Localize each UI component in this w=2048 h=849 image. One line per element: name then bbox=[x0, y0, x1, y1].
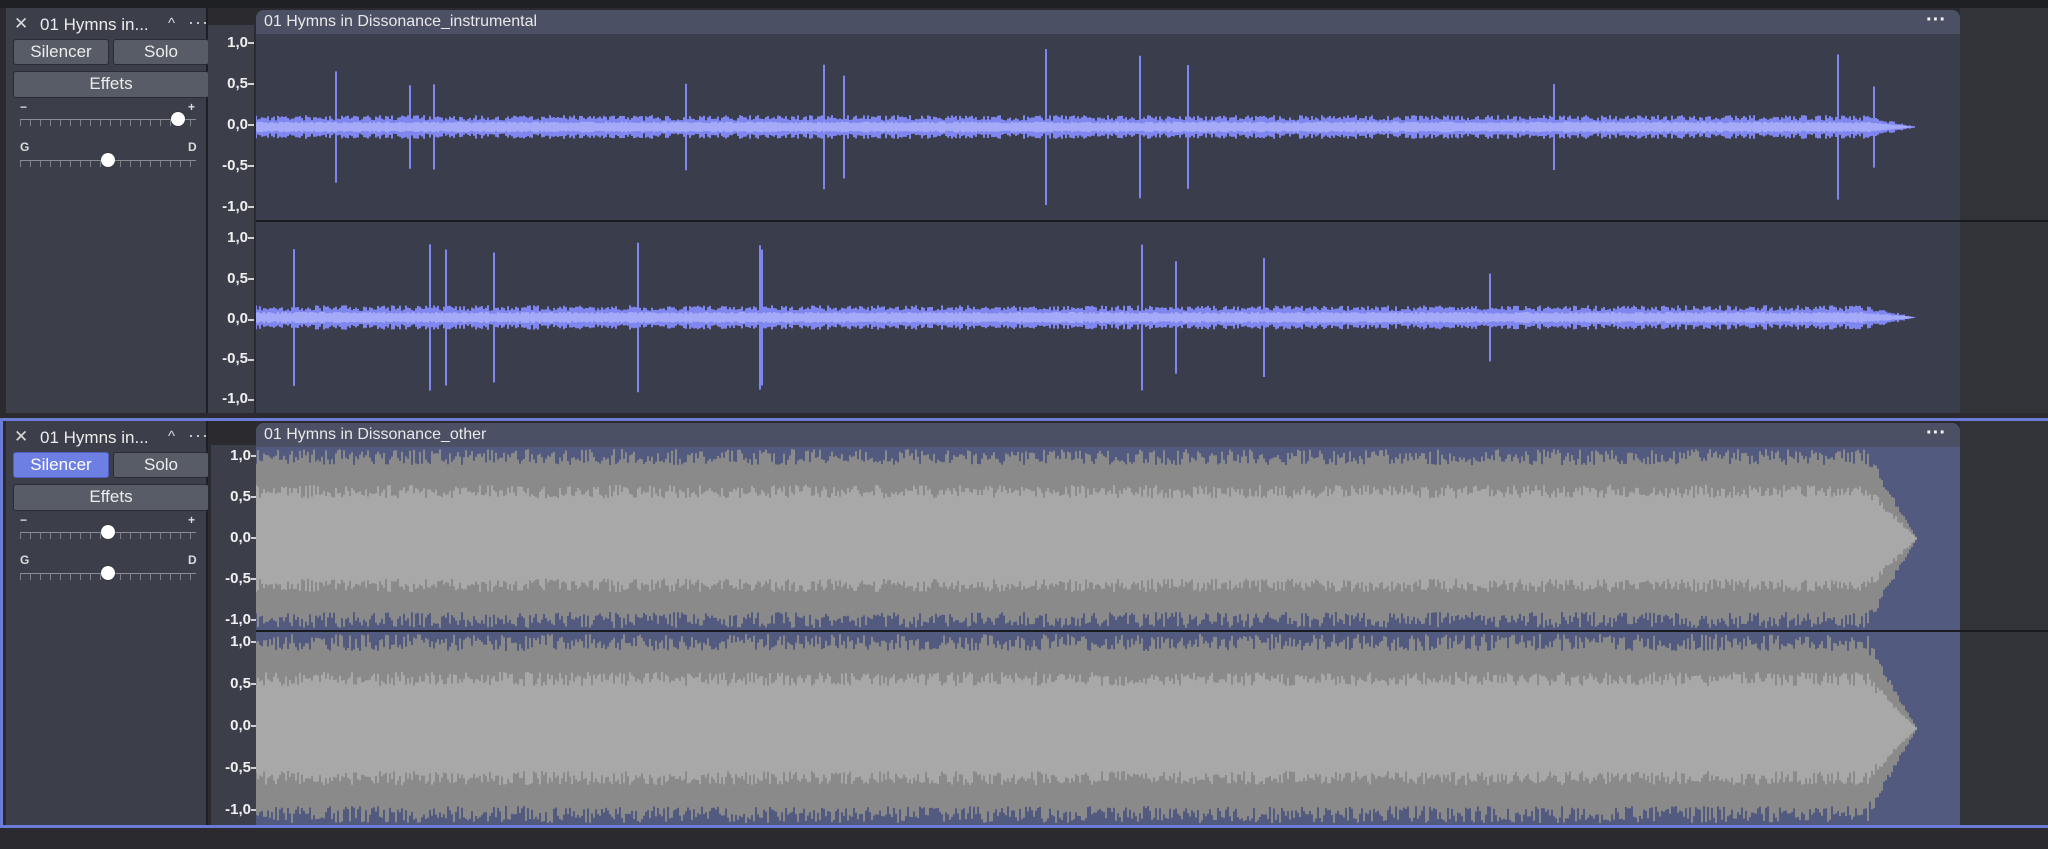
ruler-label: 0,5 bbox=[227, 75, 248, 92]
chevron-up-icon[interactable]: ^ bbox=[168, 428, 175, 445]
ruler-label: -1,0 bbox=[222, 390, 248, 407]
waveform-rms bbox=[256, 121, 1915, 133]
empty-timeline-area[interactable] bbox=[1960, 8, 2048, 413]
waveform-right-channel[interactable] bbox=[256, 222, 1960, 413]
waveform-left-channel[interactable] bbox=[256, 34, 1960, 220]
mute-button[interactable]: Silencer bbox=[13, 39, 109, 65]
chevron-up-icon[interactable]: ^ bbox=[168, 15, 175, 32]
bottom-bar bbox=[0, 828, 2048, 849]
gain-minus-label: − bbox=[20, 513, 28, 527]
ruler-label: 1,0 bbox=[230, 447, 251, 464]
more-horizontal-icon[interactable]: ··· bbox=[188, 12, 209, 33]
ruler-label: -1,0 bbox=[225, 611, 251, 628]
track-control-panel: ✕ 01 Hymns in... ^ ··· Silencer Solo Eff… bbox=[6, 421, 209, 825]
pan-right-label: D bbox=[188, 553, 197, 567]
ruler-label: -0,5 bbox=[222, 157, 248, 174]
pan-slider-knob[interactable] bbox=[101, 153, 115, 167]
amplitude-ruler-left: 1,0 0,5 0,0 -0,5 -1,0 bbox=[211, 445, 257, 631]
channel-separator bbox=[1960, 220, 2048, 222]
ruler-tick bbox=[248, 83, 254, 85]
effects-button[interactable]: Effets bbox=[13, 71, 209, 98]
waveform-rms bbox=[256, 671, 1917, 786]
clip-header[interactable]: 01 Hymns in Dissonance_instrumental ··· bbox=[256, 10, 1960, 34]
ruler-tick bbox=[248, 124, 254, 126]
ruler-tick bbox=[248, 42, 254, 44]
ruler-label: 1,0 bbox=[227, 229, 248, 246]
ruler-label: 1,0 bbox=[230, 633, 251, 650]
amplitude-ruler-left: 1,0 0,5 0,0 -0,5 -1,0 bbox=[208, 25, 254, 223]
solo-button[interactable]: Solo bbox=[113, 452, 209, 478]
ruler-label: -1,0 bbox=[225, 801, 251, 818]
pan-left-label: G bbox=[20, 140, 30, 154]
ruler-tick bbox=[248, 319, 254, 321]
clip-title: 01 Hymns in Dissonance_other bbox=[264, 426, 487, 443]
ruler-tick bbox=[248, 165, 254, 167]
pan-left-label: G bbox=[20, 553, 30, 567]
ruler-label: 0,5 bbox=[227, 270, 248, 287]
gain-slider[interactable] bbox=[20, 119, 196, 120]
ruler-tick bbox=[248, 359, 254, 361]
solo-button[interactable]: Solo bbox=[113, 39, 209, 65]
clip-title: 01 Hymns in Dissonance_instrumental bbox=[264, 13, 538, 30]
clip-header[interactable]: 01 Hymns in Dissonance_other ··· bbox=[256, 423, 1960, 447]
more-horizontal-icon[interactable]: ··· bbox=[188, 425, 209, 446]
gain-minus-label: − bbox=[20, 100, 28, 114]
track-title-bar: ✕ 01 Hymns in... ^ ··· bbox=[6, 425, 209, 448]
ruler-label: -1,0 bbox=[222, 198, 248, 215]
close-icon[interactable]: ✕ bbox=[14, 14, 28, 34]
top-bar bbox=[0, 0, 2048, 8]
ruler-tick bbox=[248, 206, 254, 208]
more-horizontal-icon[interactable]: ··· bbox=[1926, 423, 1946, 445]
ruler-label: 0,5 bbox=[230, 675, 251, 692]
pan-slider-knob[interactable] bbox=[101, 566, 115, 580]
ruler-tick bbox=[248, 237, 254, 239]
waveform-right-channel[interactable] bbox=[256, 632, 1960, 825]
ruler-tick bbox=[248, 278, 254, 280]
ruler-label: -0,5 bbox=[225, 759, 251, 776]
close-icon[interactable]: ✕ bbox=[14, 427, 28, 447]
track-title-bar: ✕ 01 Hymns in... ^ ··· bbox=[6, 12, 209, 35]
ruler-label: 0,0 bbox=[230, 717, 251, 734]
track-name[interactable]: 01 Hymns in... bbox=[40, 15, 168, 35]
ruler-label: -0,5 bbox=[225, 570, 251, 587]
gain-slider-ticks bbox=[20, 119, 196, 126]
ruler-label: -0,5 bbox=[222, 350, 248, 367]
ruler-label: 1,0 bbox=[227, 34, 248, 51]
ruler-label: 0,0 bbox=[227, 310, 248, 327]
ruler-label: 0,0 bbox=[227, 116, 248, 133]
ruler-label: 0,0 bbox=[230, 529, 251, 546]
more-horizontal-icon[interactable]: ··· bbox=[1926, 10, 1946, 32]
ruler-label: 0,5 bbox=[230, 488, 251, 505]
audio-clip[interactable]: 01 Hymns in Dissonance_instrumental ··· bbox=[256, 10, 1960, 413]
track-control-panel: ✕ 01 Hymns in... ^ ··· Silencer Solo Eff… bbox=[6, 8, 209, 413]
audio-track-2[interactable]: ✕ 01 Hymns in... ^ ··· Silencer Solo Eff… bbox=[0, 418, 2048, 828]
gain-plus-label: + bbox=[188, 100, 196, 114]
amplitude-ruler-right: 1,0 0,5 0,0 -0,5 -1,0 bbox=[211, 631, 257, 825]
pan-right-label: D bbox=[188, 140, 197, 154]
mute-button[interactable]: Silencer bbox=[13, 452, 109, 478]
ruler-tick bbox=[248, 399, 254, 401]
gain-plus-label: + bbox=[188, 513, 196, 527]
gain-slider-knob[interactable] bbox=[101, 525, 115, 539]
track-name[interactable]: 01 Hymns in... bbox=[40, 428, 168, 448]
audio-clip[interactable]: 01 Hymns in Dissonance_other ··· bbox=[256, 423, 1960, 825]
waveform-left-channel[interactable] bbox=[256, 447, 1960, 630]
audio-track-1[interactable]: ✕ 01 Hymns in... ^ ··· Silencer Solo Eff… bbox=[0, 8, 2048, 413]
empty-timeline-area[interactable] bbox=[1960, 421, 2048, 825]
channel-separator bbox=[1960, 630, 2048, 632]
amplitude-ruler-right: 1,0 0,5 0,0 -0,5 -1,0 bbox=[208, 223, 254, 413]
waveform-rms bbox=[256, 484, 1917, 593]
effects-button[interactable]: Effets bbox=[13, 484, 209, 511]
